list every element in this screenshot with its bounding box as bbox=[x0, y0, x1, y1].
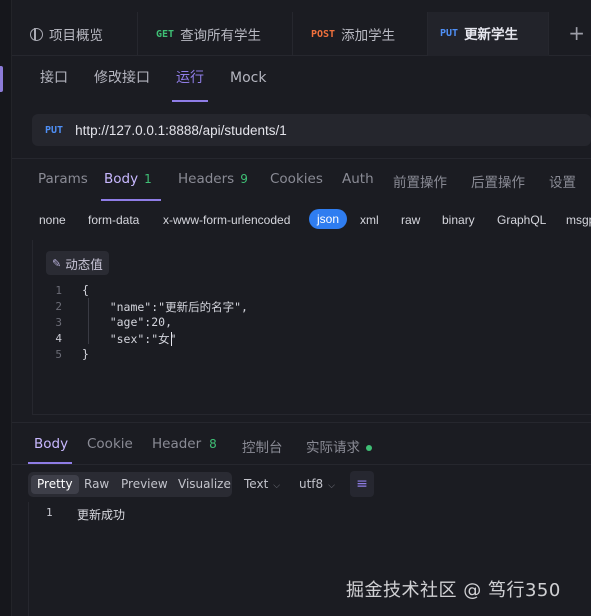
divider bbox=[12, 464, 591, 465]
count-badge: 1 bbox=[144, 172, 152, 186]
count-badge: 8 bbox=[209, 437, 217, 451]
tab-label: 控制台 bbox=[242, 440, 283, 456]
tab-post-processors[interactable]: 后置操作 bbox=[471, 171, 525, 191]
request-method[interactable]: PUT bbox=[45, 125, 63, 136]
tab-label: 查询所有学生 bbox=[180, 28, 262, 44]
overview-icon bbox=[30, 27, 43, 41]
subtab-mock[interactable]: Mock bbox=[230, 56, 266, 102]
tab-label: Params bbox=[38, 171, 88, 187]
response-tab-console[interactable]: 控制台 bbox=[242, 436, 283, 456]
magic-wand-icon: ✎ bbox=[52, 256, 62, 270]
code-line[interactable]: { bbox=[82, 283, 89, 297]
view-pretty-button[interactable]: Pretty bbox=[31, 475, 79, 494]
body-type-msgpack[interactable]: msgp bbox=[566, 213, 591, 227]
watermark: 掘金技术社区 @ 笃行350 bbox=[346, 580, 561, 601]
count-badge: 9 bbox=[240, 172, 248, 186]
body-type-urlencoded[interactable]: x-www-form-urlencoded bbox=[163, 213, 290, 227]
tab-label: Cookie bbox=[87, 436, 133, 452]
tab-label: Cookies bbox=[270, 171, 323, 187]
method-badge: PUT bbox=[440, 27, 459, 39]
subtab-edit-api[interactable]: 修改接口 bbox=[94, 56, 150, 102]
tab-pre-processors[interactable]: 前置操作 bbox=[393, 171, 447, 191]
status-dot-icon bbox=[366, 445, 372, 451]
line-number: 5 bbox=[55, 348, 62, 361]
encoding-value: utf8 bbox=[299, 477, 324, 491]
tab-params[interactable]: Params bbox=[38, 171, 88, 187]
body-type-xml[interactable]: xml bbox=[360, 213, 379, 227]
body-type-json[interactable]: json bbox=[309, 209, 348, 229]
tab-get-students[interactable]: GET 查询所有学生 bbox=[138, 12, 293, 56]
response-tab-cookie[interactable]: Cookie bbox=[87, 436, 133, 452]
response-tab-body[interactable]: Body bbox=[34, 436, 68, 452]
text-cursor bbox=[171, 332, 172, 346]
code-line[interactable]: } bbox=[82, 347, 89, 361]
code-line[interactable]: "age":20, bbox=[82, 315, 172, 329]
tab-label: 项目概览 bbox=[49, 28, 103, 44]
tab-settings[interactable]: 设置 bbox=[549, 171, 576, 191]
body-type-form-data[interactable]: form-data bbox=[88, 213, 139, 227]
chevron-down-icon: ⌵ bbox=[273, 481, 281, 491]
url-input[interactable]: http://127.0.0.1:8888/api/students/1 bbox=[75, 123, 287, 138]
tab-auth[interactable]: Auth bbox=[342, 171, 374, 187]
line-number: 3 bbox=[55, 316, 62, 329]
line-number: 4 bbox=[55, 332, 62, 345]
tab-label: 前置操作 bbox=[393, 175, 447, 191]
tab-label: 后置操作 bbox=[471, 175, 525, 191]
tab-label: Headers bbox=[178, 171, 235, 187]
divider bbox=[12, 158, 591, 159]
new-tab-plus-icon[interactable]: + bbox=[568, 21, 585, 45]
subtab-api[interactable]: 接口 bbox=[40, 56, 68, 102]
format-value: Text bbox=[244, 477, 269, 491]
view-raw-button[interactable]: Raw bbox=[78, 475, 115, 494]
chevron-down-icon: ⌵ bbox=[328, 481, 335, 491]
left-sidebar-strip bbox=[0, 0, 12, 616]
tab-label: 添加学生 bbox=[341, 28, 396, 44]
tab-put-student[interactable]: PUT 更新学生 bbox=[428, 12, 549, 56]
view-mode-group: Pretty Raw Preview Visualize bbox=[28, 472, 232, 497]
method-badge: POST bbox=[311, 28, 336, 40]
dynamic-value-button[interactable]: ✎ 动态值 bbox=[46, 251, 109, 275]
request-tab-bar: 项目概览 GET 查询所有学生 POST 添加学生 PUT 更新学生 + bbox=[12, 12, 591, 56]
dynamic-value-label: 动态值 bbox=[65, 256, 103, 272]
view-preview-button[interactable]: Preview bbox=[115, 475, 174, 494]
subtab-run[interactable]: 运行 bbox=[172, 56, 208, 102]
active-tab-underline bbox=[101, 199, 161, 201]
tab-headers[interactable]: Headers 9 bbox=[178, 171, 248, 187]
sidebar-active-indicator bbox=[0, 66, 3, 92]
tab-label: 设置 bbox=[549, 175, 576, 191]
api-subtabs: 接口 修改接口 运行 Mock bbox=[12, 56, 591, 102]
code-line[interactable]: "name":"更新后的名字", bbox=[82, 299, 248, 315]
line-number: 1 bbox=[46, 506, 53, 519]
response-text: 更新成功 bbox=[77, 508, 126, 522]
encoding-select[interactable]: utf8 ⌵ bbox=[299, 477, 335, 491]
tab-project-overview[interactable]: 项目概览 bbox=[12, 12, 138, 56]
divider bbox=[12, 422, 591, 423]
method-badge: GET bbox=[156, 28, 175, 40]
body-type-binary[interactable]: binary bbox=[442, 213, 475, 227]
tab-cookies[interactable]: Cookies bbox=[270, 171, 323, 187]
body-type-graphql[interactable]: GraphQL bbox=[497, 213, 546, 227]
format-select[interactable]: Text ⌵ bbox=[244, 477, 280, 491]
tab-post-student[interactable]: POST 添加学生 bbox=[293, 12, 428, 56]
tab-label: 更新学生 bbox=[464, 27, 519, 43]
response-tab-actual-request[interactable]: 实际请求 bbox=[306, 436, 372, 456]
body-type-none[interactable]: none bbox=[39, 213, 66, 227]
indent-guide bbox=[88, 298, 89, 344]
tab-label: Body bbox=[104, 171, 139, 187]
body-type-raw[interactable]: raw bbox=[401, 213, 420, 227]
tab-label: Header bbox=[152, 436, 202, 452]
tab-body[interactable]: Body 1 bbox=[104, 171, 152, 187]
line-number: 1 bbox=[55, 284, 62, 297]
word-wrap-icon[interactable]: ≡ bbox=[350, 471, 374, 497]
tab-label: 实际请求 bbox=[306, 440, 360, 456]
view-visualize-button[interactable]: Visualize bbox=[172, 475, 237, 494]
line-number: 2 bbox=[55, 300, 62, 313]
code-line[interactable]: "sex":"女" bbox=[82, 331, 177, 347]
url-bar[interactable]: PUT http://127.0.0.1:8888/api/students/1 bbox=[32, 114, 591, 146]
response-tab-header[interactable]: Header 8 bbox=[152, 436, 217, 452]
tab-label: Body bbox=[34, 436, 69, 452]
tab-label: Auth bbox=[342, 171, 374, 187]
